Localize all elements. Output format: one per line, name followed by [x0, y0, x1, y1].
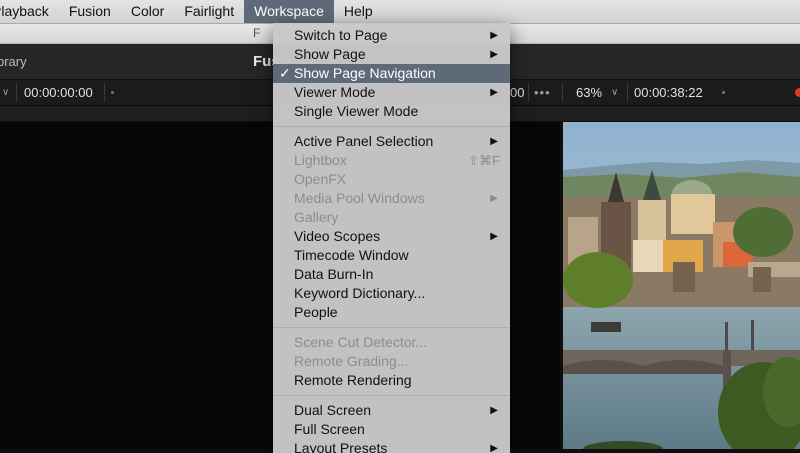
menu-item-data-burn-in[interactable]: Data Burn-In	[273, 265, 510, 284]
source-timecode: 00:00:00:00	[24, 85, 93, 100]
menu-item-show-page[interactable]: Show Page ▶	[273, 45, 510, 64]
media-library-tab[interactable]: brary	[0, 54, 27, 69]
menu-separator	[273, 126, 510, 127]
menu-fairlight[interactable]: Fairlight	[174, 0, 244, 23]
menu-item-media-pool-windows: Media Pool Windows ▶	[273, 189, 510, 208]
marker-dot-icon	[722, 91, 725, 94]
menu-item-label: Dual Screen	[294, 402, 372, 418]
menu-item-label: Layout Presets	[294, 440, 388, 453]
menu-item-remote-grading: Remote Grading...	[273, 352, 510, 371]
menu-item-label: Remote Grading...	[294, 353, 409, 369]
menu-separator	[273, 395, 510, 396]
menu-separator	[273, 327, 510, 328]
chevron-down-icon[interactable]: ∨	[2, 87, 9, 98]
menu-item-video-scopes[interactable]: Video Scopes ▶	[273, 227, 510, 246]
menu-item-switch-to-page[interactable]: Switch to Page ▶	[273, 26, 510, 45]
submenu-arrow-icon: ▶	[490, 49, 498, 60]
zoom-level[interactable]: 63%	[576, 85, 602, 100]
prague-cityscape-image	[563, 122, 800, 449]
menu-item-lightbox: Lightbox ⇧⌘F	[273, 151, 510, 170]
menu-item-label: Switch to Page	[294, 27, 388, 43]
record-indicator-icon	[795, 88, 800, 97]
menu-item-full-screen[interactable]: Full Screen	[273, 420, 510, 439]
menu-item-active-panel-selection[interactable]: Active Panel Selection ▶	[273, 132, 510, 151]
menu-item-label: Gallery	[294, 209, 339, 225]
menu-item-label: Keyword Dictionary...	[294, 285, 426, 301]
menu-item-keyword-dictionary[interactable]: Keyword Dictionary...	[273, 284, 510, 303]
menu-item-label: Full Screen	[294, 421, 365, 437]
menu-bar: Playback Fusion Color Fairlight Workspac…	[0, 0, 800, 24]
submenu-arrow-icon: ▶	[490, 136, 498, 147]
menu-item-layout-presets[interactable]: Layout Presets ▶	[273, 439, 510, 453]
menu-fusion[interactable]: Fusion	[59, 0, 121, 23]
menu-item-label: Remote Rendering	[294, 372, 412, 388]
menu-item-dual-screen[interactable]: Dual Screen ▶	[273, 401, 510, 420]
menu-item-label: Lightbox	[294, 152, 347, 168]
menu-item-label: Viewer Mode	[294, 84, 376, 100]
menu-item-people[interactable]: People	[273, 303, 510, 322]
menu-item-label: Timecode Window	[294, 247, 409, 263]
menu-item-gallery: Gallery	[273, 208, 510, 227]
menu-item-label: Show Page	[294, 46, 366, 62]
submenu-arrow-icon: ▶	[490, 405, 498, 416]
menu-help[interactable]: Help	[334, 0, 383, 23]
submenu-arrow-icon: ▶	[490, 87, 498, 98]
menu-item-label: Single Viewer Mode	[294, 103, 419, 119]
more-options-icon[interactable]: •••	[534, 85, 551, 100]
window-title: F	[253, 26, 261, 40]
menu-item-remote-rendering[interactable]: Remote Rendering	[273, 371, 510, 390]
menu-item-label: OpenFX	[294, 171, 347, 187]
menu-item-show-page-navigation[interactable]: ✓ Show Page Navigation	[273, 64, 510, 83]
menu-item-label: Scene Cut Detector...	[294, 334, 428, 350]
menu-item-viewer-mode[interactable]: Viewer Mode ▶	[273, 83, 510, 102]
menu-item-openfx: OpenFX	[273, 170, 510, 189]
marker-dot-icon	[111, 91, 114, 94]
menu-workspace[interactable]: Workspace	[244, 0, 334, 23]
menu-item-scene-cut-detector: Scene Cut Detector...	[273, 333, 510, 352]
submenu-arrow-icon: ▶	[490, 193, 498, 204]
menu-item-label: Active Panel Selection	[294, 133, 434, 149]
timecode-fragment: 00	[510, 85, 525, 100]
menu-item-timecode-window[interactable]: Timecode Window	[273, 246, 510, 265]
submenu-arrow-icon: ▶	[490, 443, 498, 453]
menu-item-label: Show Page Navigation	[294, 65, 436, 81]
menu-item-label: People	[294, 304, 338, 320]
menu-shortcut: ⇧⌘F	[468, 153, 500, 168]
menu-color[interactable]: Color	[121, 0, 174, 23]
workspace-menu: Switch to Page ▶ Show Page ▶ ✓ Show Page…	[273, 23, 510, 453]
checkmark-icon: ✓	[279, 65, 291, 81]
menu-item-label: Video Scopes	[294, 228, 381, 244]
timeline-timecode: 00:00:38:22	[634, 85, 703, 100]
menu-item-single-viewer-mode[interactable]: Single Viewer Mode	[273, 102, 510, 121]
submenu-arrow-icon: ▶	[490, 30, 498, 41]
menu-item-label: Media Pool Windows	[294, 190, 425, 206]
submenu-arrow-icon: ▶	[490, 231, 498, 242]
zoom-chevron-down-icon[interactable]: ∨	[611, 87, 618, 98]
menu-item-label: Data Burn-In	[294, 266, 374, 282]
timeline-viewer[interactable]	[563, 122, 800, 449]
menu-playback[interactable]: Playback	[0, 0, 59, 23]
